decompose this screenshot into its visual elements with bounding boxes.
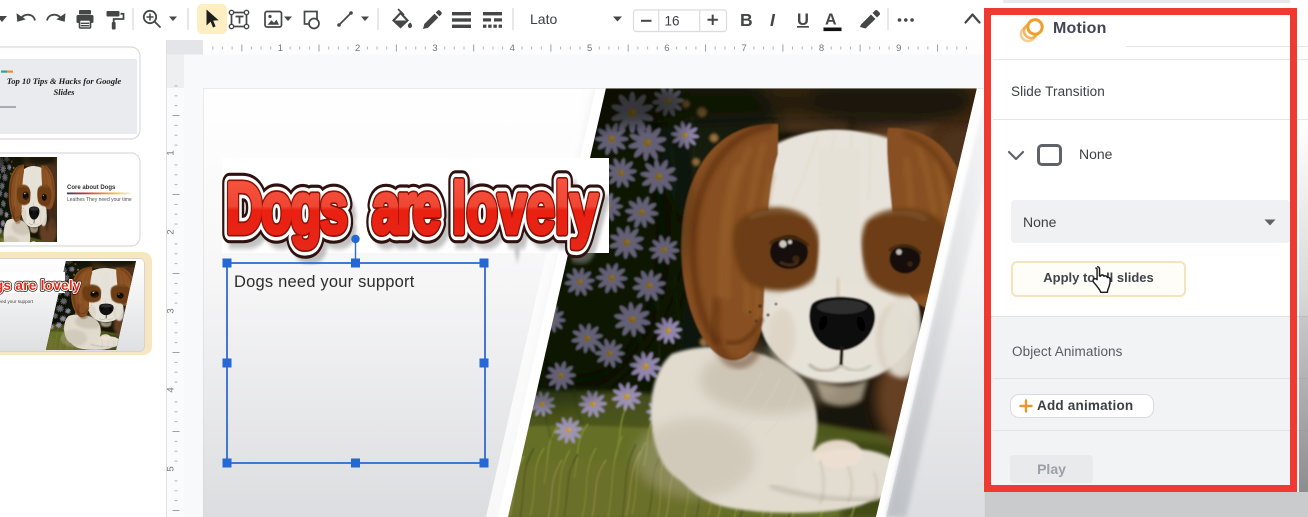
svg-text:Lato: Lato xyxy=(530,11,557,27)
svg-text:I: I xyxy=(770,10,776,30)
svg-text:Top 10 Tips & Hacks for Google: Top 10 Tips & Hacks for Google xyxy=(7,76,122,86)
svg-text:A: A xyxy=(825,12,837,29)
svg-text:Core about Dogs: Core about Dogs xyxy=(67,185,116,191)
svg-text:3: 3 xyxy=(166,308,177,313)
svg-text:Dogs need your support: Dogs need your support xyxy=(234,273,415,291)
svg-text:16: 16 xyxy=(664,14,679,29)
svg-text:lovely: lovely xyxy=(452,168,598,249)
svg-text:U: U xyxy=(797,11,809,29)
svg-text:1: 1 xyxy=(166,150,177,155)
svg-text:5: 5 xyxy=(166,466,177,471)
svg-text:Slides: Slides xyxy=(53,87,75,97)
svg-text:B: B xyxy=(740,10,753,30)
svg-text:5: 5 xyxy=(587,43,592,54)
svg-text:8: 8 xyxy=(819,43,824,54)
svg-text:7: 7 xyxy=(742,43,747,54)
svg-text:3: 3 xyxy=(432,43,437,54)
svg-text:9: 9 xyxy=(896,43,901,54)
svg-text:2: 2 xyxy=(166,229,177,234)
svg-text:2: 2 xyxy=(355,43,360,54)
svg-text:are: are xyxy=(372,168,441,249)
svg-text:4: 4 xyxy=(166,387,177,392)
svg-text:Leathes They need your time: Leathes They need your time xyxy=(67,197,132,203)
svg-text:6: 6 xyxy=(664,43,669,54)
svg-text:Dogs: Dogs xyxy=(226,168,348,249)
svg-text:gs are lovely: gs are lovely xyxy=(0,278,81,293)
svg-text:4: 4 xyxy=(510,43,515,54)
svg-text:1: 1 xyxy=(278,43,283,54)
svg-text:need your support: need your support xyxy=(0,299,34,304)
